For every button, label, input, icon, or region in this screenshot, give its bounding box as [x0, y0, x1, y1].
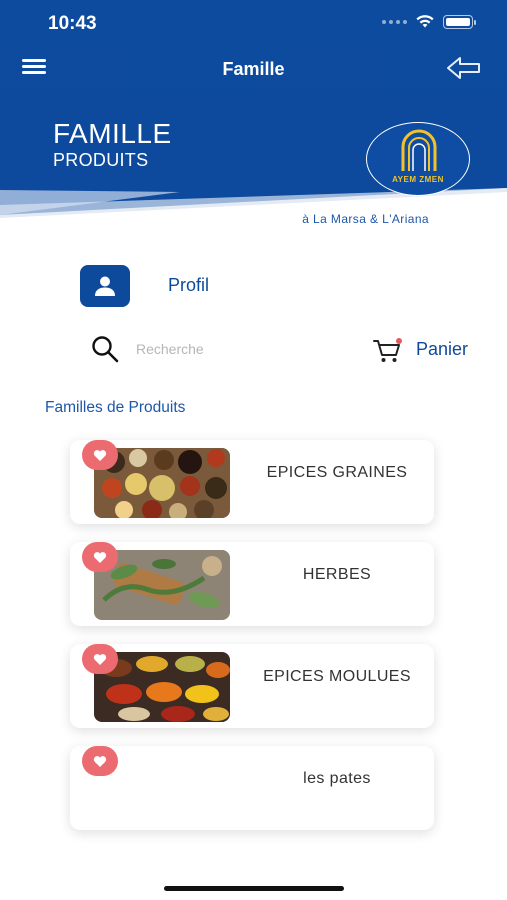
wifi-icon [416, 15, 434, 28]
search-input[interactable] [132, 337, 302, 361]
family-label: EPICES MOULUES [263, 668, 411, 685]
back-arrow-icon[interactable] [445, 54, 483, 82]
brand-logo: AYEM ZMEN [366, 122, 470, 196]
family-card-epices-graines[interactable]: EPICES GRAINES [70, 440, 434, 524]
favorite-button[interactable] [82, 542, 118, 572]
arch-logo-icon [401, 129, 437, 171]
heart-icon [93, 755, 107, 767]
section-title: Familles de Produits [45, 399, 186, 416]
battery-icon [443, 14, 476, 29]
favorite-button[interactable] [82, 746, 118, 776]
status-time: 10:43 [48, 13, 97, 34]
family-card-les-pates[interactable]: les pates [70, 746, 434, 830]
status-icons [382, 14, 476, 29]
family-card-epices-moulues[interactable]: EPICES MOULUES [70, 644, 434, 728]
page-title: Famille [222, 59, 285, 79]
location-text: à La Marsa & L'Ariana [302, 212, 429, 226]
heart-icon [93, 449, 107, 461]
cart-link[interactable]: Panier [416, 339, 468, 360]
family-card-herbes[interactable]: HERBES [70, 542, 434, 626]
banner-title: FAMILLE [53, 118, 172, 149]
profile-button[interactable] [80, 265, 130, 307]
favorite-button[interactable] [82, 440, 118, 470]
logo-text: AYEM ZMEN [392, 175, 444, 184]
family-label: EPICES GRAINES [266, 464, 408, 481]
home-indicator[interactable] [164, 886, 344, 891]
user-icon [95, 276, 115, 296]
family-label: HERBES [302, 566, 372, 583]
status-bar: 10:43 [0, 0, 507, 46]
family-label: les pates [303, 770, 371, 787]
banner-subtitle: PRODUITS [53, 150, 149, 170]
cellular-icon [382, 19, 407, 24]
heart-icon [93, 653, 107, 665]
profile-link[interactable]: Profil [168, 275, 209, 296]
heart-icon [93, 551, 107, 563]
nav-bar: Famille [0, 46, 507, 90]
cart-badge-dot [396, 338, 402, 344]
cart-icon[interactable] [372, 336, 404, 364]
favorite-button[interactable] [82, 644, 118, 674]
search-icon[interactable] [90, 335, 120, 363]
